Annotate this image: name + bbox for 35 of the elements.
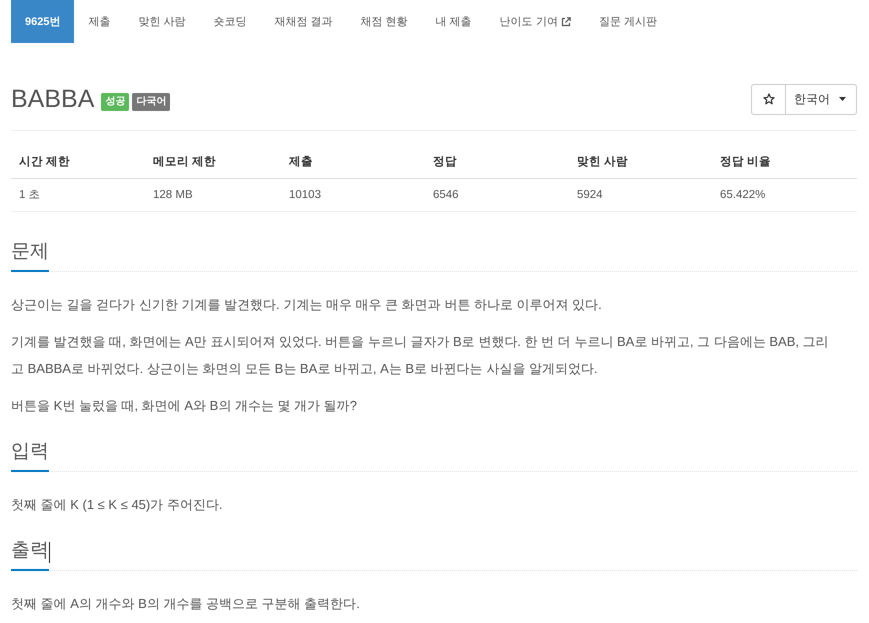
nav-tab[interactable]: 질문 게시판 <box>584 0 671 43</box>
paragraph: 버튼을 K번 눌렀을 때, 화면에 A와 B의 개수는 몇 개가 될까? <box>11 397 358 415</box>
nav-tab[interactable]: 내 제출 <box>422 0 486 43</box>
table-cell: 10103 <box>281 179 425 212</box>
section-heading: 입력 <box>11 437 49 472</box>
paragraph: 상근이는 길을 걷다가 신기한 기계를 발견했다. 기계는 매우 매우 큰 화면과 버튼 하나로 이루어져 있다. <box>11 296 603 314</box>
column-header: 정답 비율 <box>712 146 857 179</box>
nav-tab[interactable]: 9625번 <box>11 0 74 43</box>
column-header: 정답 <box>425 146 569 179</box>
nav-tab[interactable]: 맞힌 사람 <box>124 0 200 43</box>
nav-tab[interactable]: 채점 현황 <box>346 0 422 43</box>
status-label: 다국어 <box>132 93 170 111</box>
nav-tab[interactable]: 제출 <box>74 0 124 43</box>
nav-tab[interactable]: 난이도 기여 <box>486 0 585 43</box>
language-dropdown[interactable]: 한국어 <box>786 84 857 114</box>
paragraph: 첫째 줄에 K (1 ≤ K ≤ 45)가 주어진다. <box>11 496 224 514</box>
nav-tab[interactable]: 재채점 결과 <box>260 0 347 43</box>
column-header: 맞힌 사람 <box>569 146 712 179</box>
paragraph: 기계를 발견했을 때, 화면에는 A만 표시되어져 있었다. 버튼을 누르니 글자가 B로 변했다. 한 번 더 누르니 BA로 바뀌고, 그 다음에는 BAB, 그리고 BABBA로 바뀌었다. 상근이는 화면의 모든 B는 BA로 바뀌고, A는 B로 바뀐다는 사실을 알게되었다. <box>11 333 830 378</box>
table-cell: 6546 <box>425 179 569 212</box>
problem-title: BABBA <box>11 84 94 115</box>
status-label: 성공 <box>101 93 130 111</box>
section-heading: 문제 <box>11 237 49 272</box>
caret-icon <box>839 97 846 101</box>
star-icon <box>762 93 774 105</box>
column-header: 시간 제한 <box>11 146 145 179</box>
paragraph: 첫째 줄에 A의 개수와 B의 개수를 공백으로 구분해 출력한다. <box>11 595 361 613</box>
column-header: 제출 <box>281 146 425 179</box>
column-header: 메모리 제한 <box>145 146 281 179</box>
favorite-button[interactable] <box>751 84 786 114</box>
nav-tab[interactable]: 숏코딩 <box>200 0 261 43</box>
table-cell: 65.422% <box>712 179 857 212</box>
table-cell: 5924 <box>569 179 712 212</box>
table-cell: 1 초 <box>11 179 145 212</box>
table-cell: 128 MB <box>145 179 281 212</box>
